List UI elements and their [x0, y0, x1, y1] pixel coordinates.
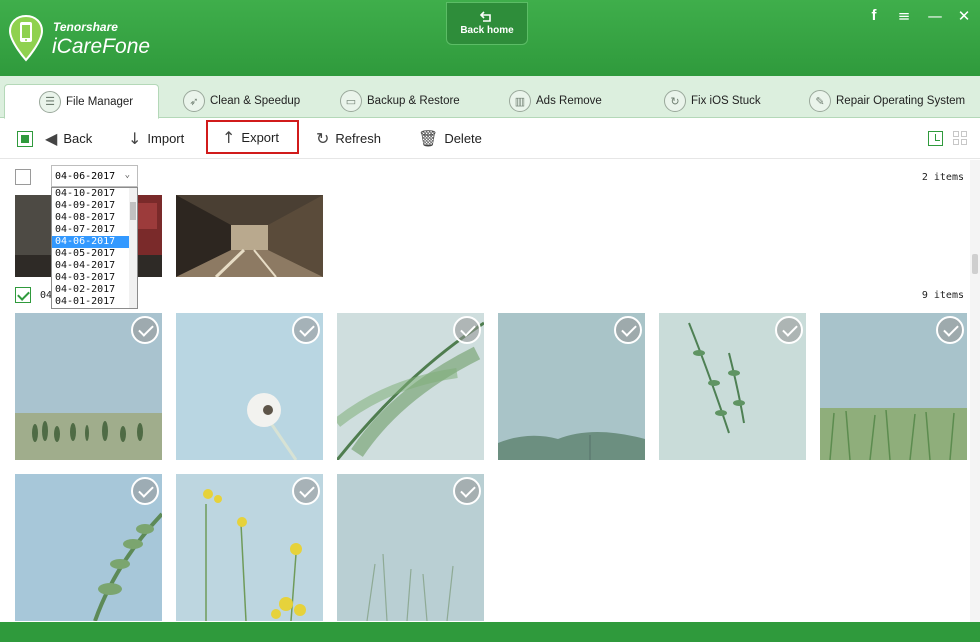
menu-icon[interactable]: ≡ — [894, 6, 914, 26]
selected-check-icon[interactable] — [453, 316, 481, 344]
date-select[interactable]: 04-06-2017 ⌄ — [51, 165, 138, 187]
icarefone-window: Tenorshare iCareFone Back home f ≡ — ✕ ☰… — [0, 0, 980, 642]
page-scroll-thumb[interactable] — [972, 254, 978, 274]
date-dropdown-list: 04-10-2017 04-09-2017 04-08-2017 04-07-2… — [51, 187, 138, 309]
selected-check-icon[interactable] — [936, 316, 964, 344]
photo-thumbnail[interactable] — [337, 313, 484, 460]
file-toolbar: ◀ Back ↓ Import ↑ Export ↻ Refresh 🗑 Del… — [0, 119, 980, 159]
close-icon[interactable]: ✕ — [954, 6, 974, 26]
title-bar: Tenorshare iCareFone Back home f ≡ — ✕ — [0, 0, 980, 76]
group-checkbox[interactable] — [15, 287, 31, 303]
date-option[interactable]: 04-09-2017 — [52, 200, 130, 212]
delete-button[interactable]: 🗑 Delete — [418, 121, 482, 155]
refresh-label: Refresh — [335, 130, 381, 146]
refresh-icon: ↻ — [664, 90, 686, 112]
date-option[interactable]: 04-03-2017 — [52, 272, 130, 284]
selected-check-icon[interactable] — [453, 477, 481, 505]
date-option[interactable]: 04-05-2017 — [52, 248, 130, 260]
arrow-left-icon: ◀ — [45, 128, 58, 148]
selected-check-icon[interactable] — [292, 316, 320, 344]
tab-file-manager[interactable]: ☰ File Manager — [4, 84, 159, 119]
refresh-button[interactable]: ↻ Refresh — [316, 121, 381, 155]
back-home-button[interactable]: Back home — [446, 2, 528, 45]
back-label: Back — [63, 130, 93, 146]
photo-thumbnail[interactable] — [337, 474, 484, 621]
tab-backup-restore[interactable]: ▭ Backup & Restore — [340, 84, 460, 118]
photo-thumbnail[interactable] — [498, 313, 645, 460]
item-count: 9 items — [921, 290, 964, 301]
date-option-selected[interactable]: 04-06-2017 — [52, 236, 130, 248]
import-button[interactable]: ↓ Import — [128, 121, 184, 155]
refresh-icon: ↻ — [316, 128, 330, 148]
back-home-label: Back home — [460, 25, 514, 36]
minimize-icon[interactable]: — — [925, 6, 945, 26]
photo-list: 2 items 04 9 items — [0, 160, 970, 622]
import-label: Import — [147, 130, 185, 146]
facebook-icon[interactable]: f — [864, 6, 884, 26]
export-button[interactable]: ↑ Export — [206, 120, 299, 154]
rocket-icon: ➶ — [183, 90, 205, 112]
photo-thumbnail[interactable] — [820, 313, 967, 460]
photo-thumbnail[interactable] — [659, 313, 806, 460]
trash-icon: ▥ — [509, 90, 531, 112]
trash-icon: 🗑 — [418, 128, 439, 148]
date-option[interactable]: 04-04-2017 — [52, 260, 130, 272]
feature-tab-bar: ☰ File Manager ➶ Clean & Speedup ▭ Backu… — [0, 76, 980, 119]
date-option[interactable]: 04-07-2017 — [52, 224, 130, 236]
tab-label: Clean & Speedup — [210, 95, 301, 107]
phone-logo-icon — [8, 14, 44, 62]
wrench-icon: ✎ — [809, 90, 831, 112]
export-label: Export — [241, 129, 279, 145]
back-button[interactable]: ◀ Back — [45, 121, 92, 155]
photo-thumbnail[interactable] — [15, 474, 162, 621]
selected-check-icon[interactable] — [131, 477, 159, 505]
tab-label: File Manager — [66, 95, 134, 108]
select-all-checkbox[interactable] — [17, 131, 33, 147]
dropdown-scroll-thumb[interactable] — [130, 202, 136, 220]
tab-ads-remove[interactable]: ▥ Ads Remove — [509, 84, 602, 118]
photo-thumbnail[interactable] — [176, 313, 323, 460]
selected-check-icon[interactable] — [292, 477, 320, 505]
selected-check-icon[interactable] — [775, 316, 803, 344]
brand-name: Tenorshare — [53, 20, 118, 34]
selected-check-icon[interactable] — [614, 316, 642, 344]
tab-clean-speedup[interactable]: ➶ Clean & Speedup — [183, 84, 300, 118]
tab-label: Repair Operating System — [836, 95, 966, 107]
date-option[interactable]: 04-02-2017 — [52, 284, 130, 296]
photo-thumbnail[interactable] — [176, 474, 323, 621]
date-option[interactable]: 04-10-2017 — [52, 188, 130, 200]
photo-thumbnail[interactable] — [15, 313, 162, 460]
tab-label: Fix iOS Stuck — [691, 95, 761, 107]
delete-label: Delete — [444, 130, 482, 146]
back-arrow-icon — [480, 11, 491, 22]
grid-view-icon[interactable] — [953, 131, 968, 146]
tab-repair-operating-system[interactable]: ✎ Repair Operating System — [809, 84, 965, 118]
tab-label: Backup & Restore — [367, 95, 460, 107]
clock-view-icon[interactable] — [928, 131, 943, 146]
status-bar — [0, 622, 980, 642]
date-select-value: 04-06-2017 — [55, 170, 116, 182]
tab-label: Ads Remove — [536, 95, 602, 107]
photo-thumbnail[interactable] — [176, 195, 323, 277]
file-manager-icon: ☰ — [39, 90, 61, 113]
date-option[interactable]: 04-01-2017 — [52, 296, 130, 308]
item-count: 2 items — [921, 172, 964, 183]
product-name: iCareFone — [52, 35, 151, 58]
dropdown-scrollbar[interactable] — [129, 188, 137, 308]
folder-icon: ▭ — [340, 90, 362, 112]
arrow-up-icon: ↑ — [222, 127, 236, 147]
page-scrollbar[interactable] — [970, 160, 980, 622]
date-option[interactable]: 04-08-2017 — [52, 212, 130, 224]
tab-fix-ios-stuck[interactable]: ↻ Fix iOS Stuck — [664, 84, 761, 118]
selected-check-icon[interactable] — [131, 316, 159, 344]
arrow-down-icon: ↓ — [128, 128, 142, 148]
chevron-down-icon: ⌄ — [124, 170, 130, 180]
group-checkbox[interactable] — [15, 169, 31, 185]
